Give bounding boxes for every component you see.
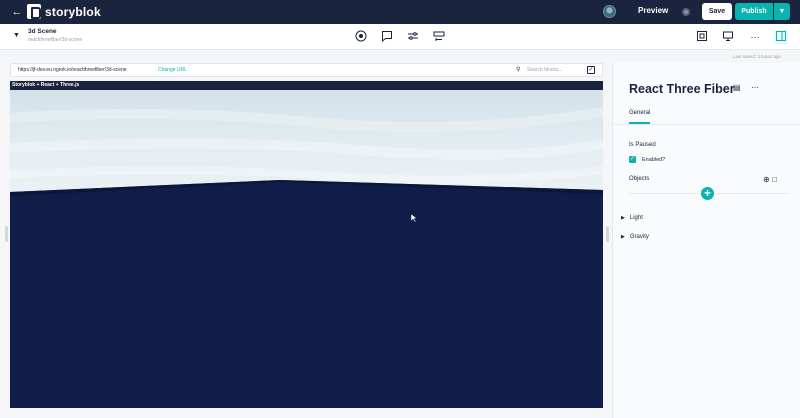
more-options-icon[interactable]: ⋯ [748, 30, 762, 44]
block-title: React Three Fiber [629, 82, 735, 96]
add-object-button[interactable]: + [701, 187, 714, 200]
preview-url-bar: https://jf-dev.eu.ngrok.io/reactthreefib… [10, 63, 603, 77]
target-icon[interactable] [354, 30, 368, 44]
block-settings-icon[interactable]: ▤ [733, 83, 741, 92]
story-name: 3d Scene [28, 28, 57, 35]
add-block-icon[interactable]: ⊕ [763, 175, 770, 184]
preview-button[interactable]: Preview [638, 6, 668, 15]
comment-icon[interactable]: □ [772, 175, 777, 184]
section-gravity[interactable]: ▶ Gravity [621, 234, 649, 240]
section-light[interactable]: ▶ Light [621, 215, 643, 221]
top-bar: ← storyblok Preview Save Publish ▼ [0, 0, 800, 24]
enabled-checkbox-label: Enabled? [642, 157, 666, 163]
publish-options-chevron-icon[interactable]: ▼ [774, 3, 790, 20]
section-label: Gravity [629, 234, 649, 240]
back-arrow-icon[interactable]: ← [10, 5, 24, 19]
form-icon[interactable] [432, 30, 446, 44]
block-more-icon[interactable]: ⋯ [751, 83, 759, 92]
tab-divider [613, 124, 800, 125]
caret-right-icon: ▶ [621, 215, 625, 221]
enabled-checkbox[interactable]: ✓ [629, 156, 636, 163]
save-button[interactable]: Save [702, 3, 732, 20]
fullscreen-icon[interactable] [695, 30, 709, 44]
story-toolbar: ▼ 3d Scene reactthreefiber/3d-scene ⋯ [0, 24, 800, 50]
checkmark-icon[interactable]: ✓ [587, 66, 595, 74]
block-editor-panel: React Three Fiber ▤ ⋯ General Is Paused … [612, 63, 800, 418]
sliders-icon[interactable] [406, 30, 420, 44]
story-slug: reactthreefiber/3d-scene [28, 37, 83, 43]
left-resize-handle[interactable] [5, 226, 8, 242]
avatar[interactable] [603, 5, 616, 18]
tab-general[interactable]: General [629, 110, 651, 124]
ground-plane [10, 180, 603, 408]
brand-name: storyblok [45, 4, 101, 19]
section-label: Light [629, 215, 643, 221]
last-saved-status: Last saved: 3 hours ago [733, 54, 782, 59]
is-paused-label: Is Paused [629, 142, 656, 148]
search-blocks-input[interactable]: Search blocks... [527, 67, 563, 73]
preview-frame[interactable]: Storyblok + React + Three.js [10, 81, 603, 408]
record-toggle-icon[interactable] [682, 8, 690, 16]
comment-icon[interactable] [380, 30, 394, 44]
objects-actions: ⊕ □ [763, 175, 777, 184]
right-resize-handle[interactable] [606, 226, 609, 242]
preview-header: Storyblok + React + Three.js [10, 81, 603, 90]
preview-url: https://jf-dev.eu.ngrok.io/reactthreefib… [18, 67, 127, 73]
3d-scene-canvas[interactable] [10, 90, 603, 408]
caret-right-icon: ▶ [621, 234, 625, 240]
objects-label: Objects [629, 176, 650, 182]
sidebar-toggle-icon[interactable] [774, 30, 788, 44]
change-url-link[interactable]: Change URL [158, 67, 187, 73]
search-icon: ⚲ [516, 67, 521, 73]
desktop-icon[interactable] [721, 30, 735, 44]
publish-button[interactable]: Publish [735, 3, 773, 20]
storyblok-logo-icon [27, 4, 41, 19]
brand-logo[interactable]: storyblok [27, 4, 101, 19]
preview-title: Storyblok + React + Three.js [12, 82, 80, 88]
chevron-down-icon[interactable]: ▼ [13, 32, 20, 39]
